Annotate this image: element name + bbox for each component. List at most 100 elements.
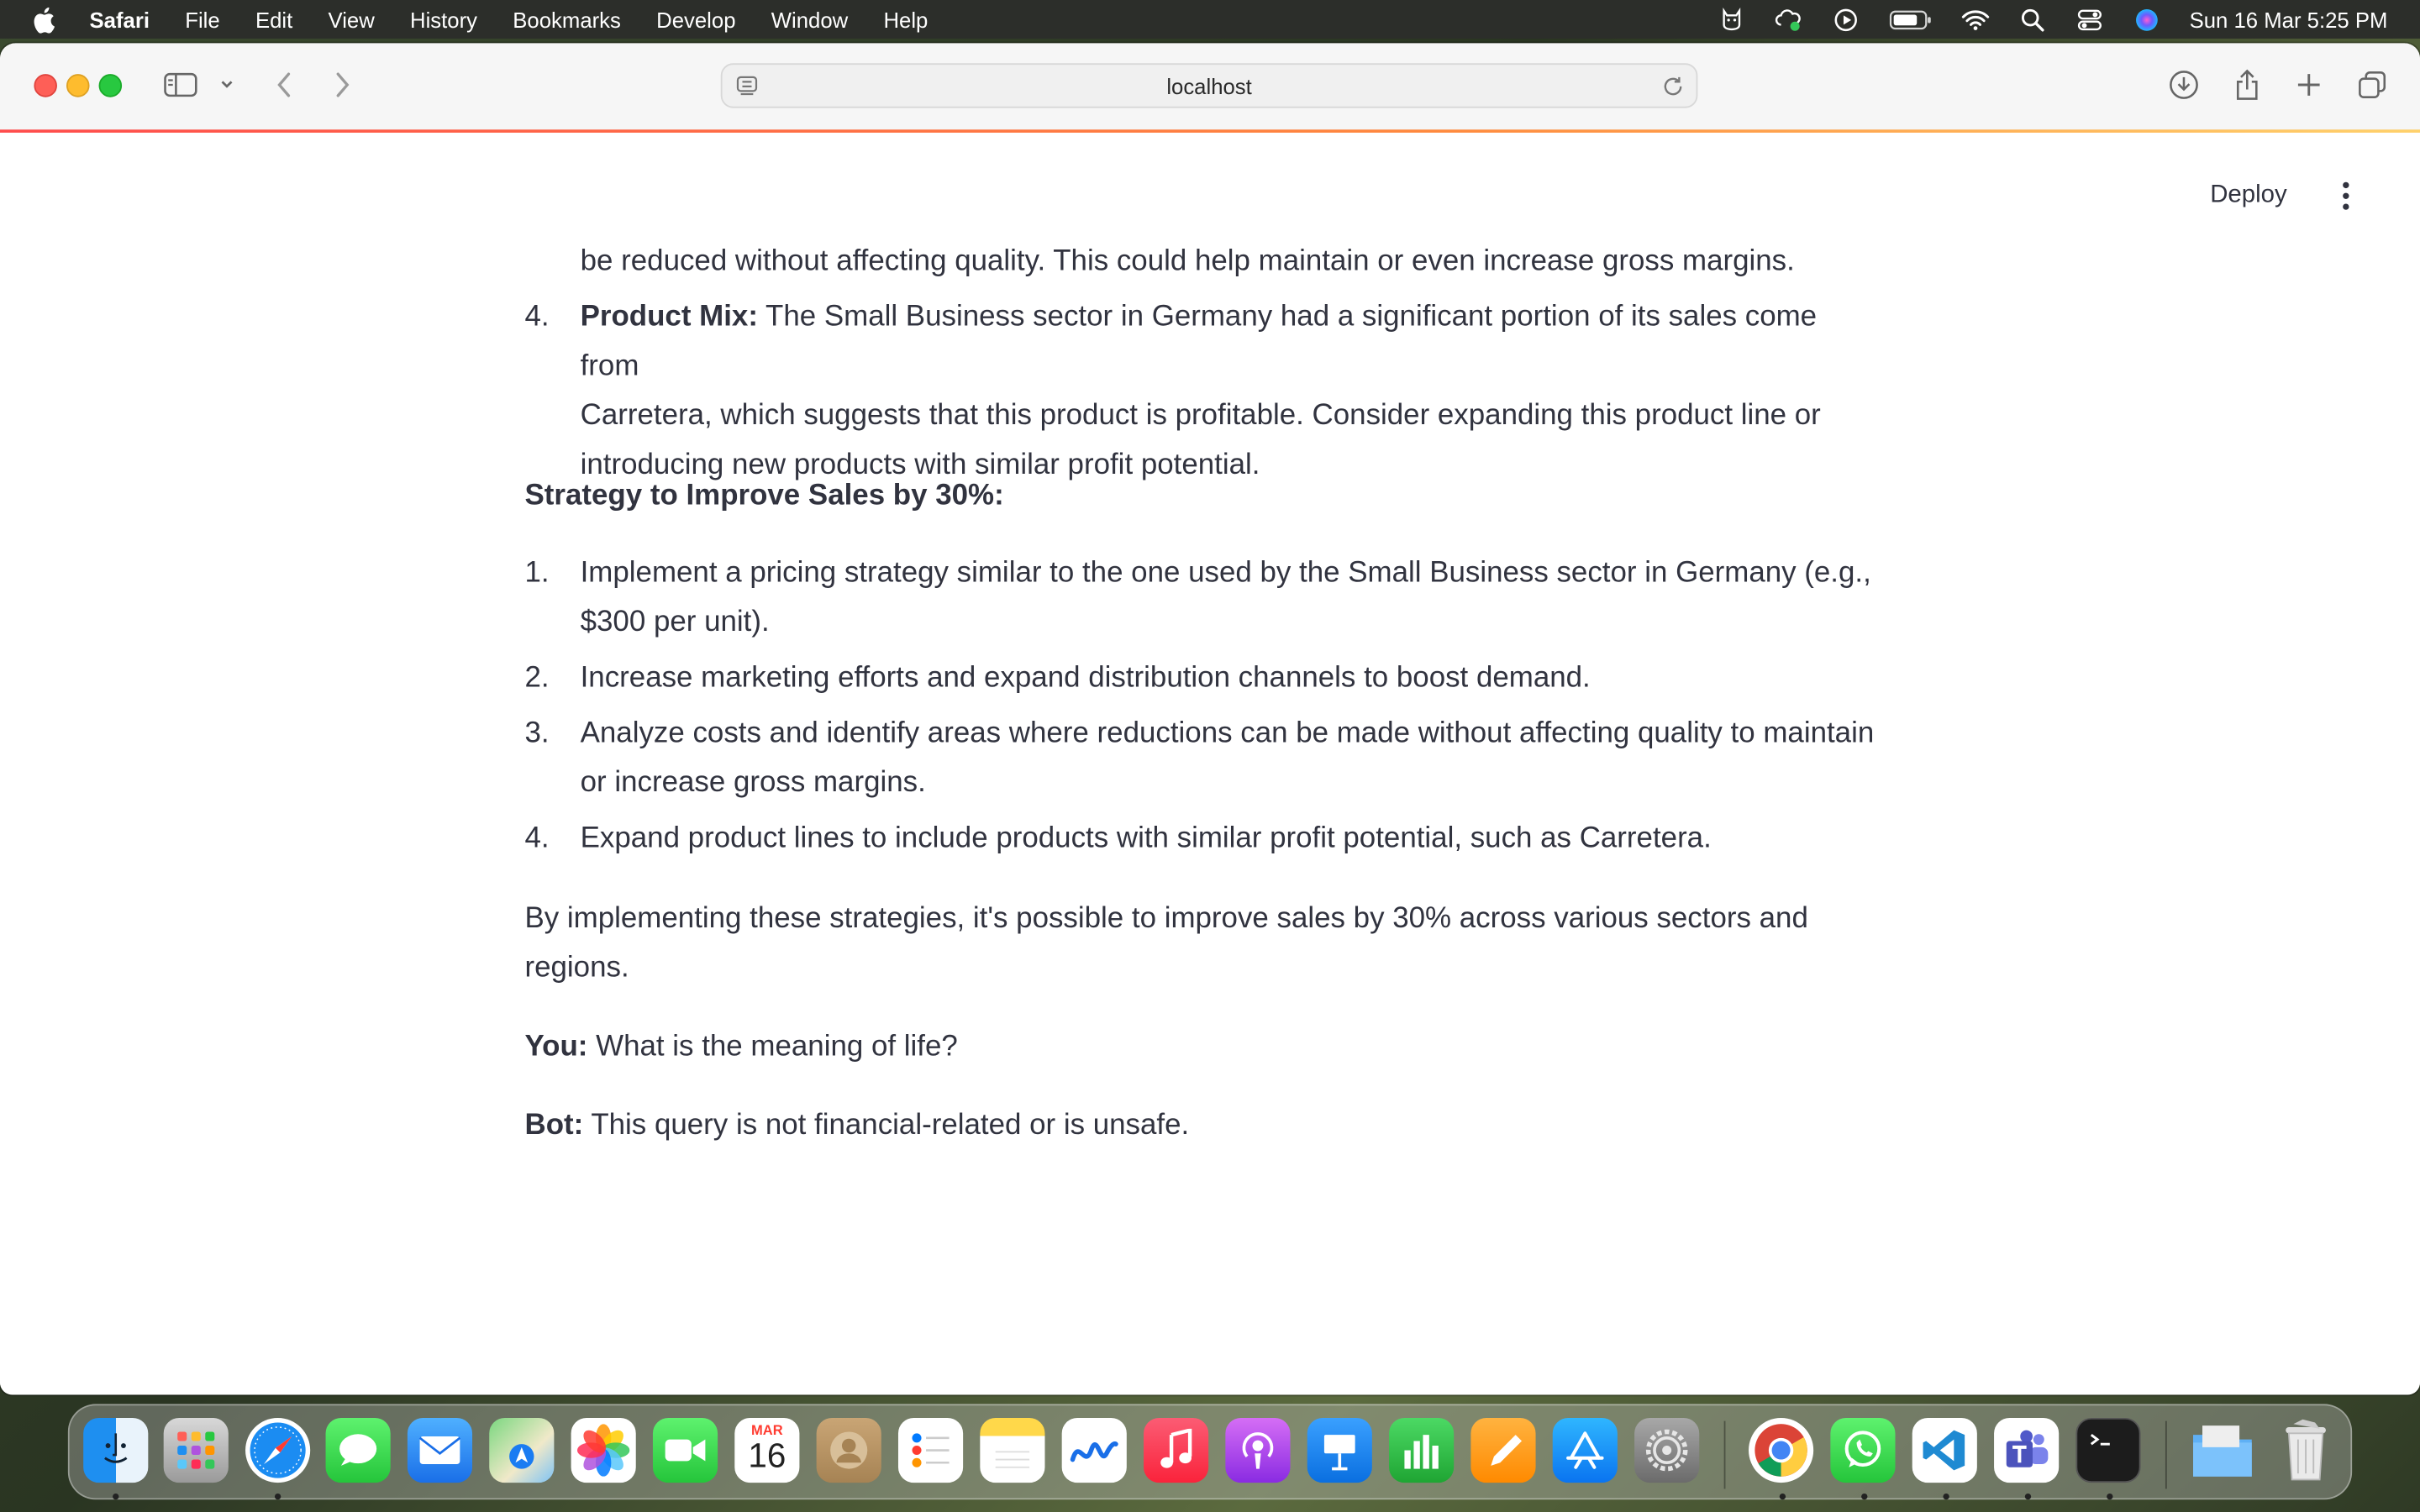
cat-icon[interactable] xyxy=(1718,5,1745,33)
paragraph-line: By implementing these strategies, it's p… xyxy=(524,902,1808,936)
tab-overview-icon[interactable] xyxy=(2355,68,2389,102)
notes-icon[interactable] xyxy=(980,1417,1045,1483)
conclusion-paragraph: By implementing these strategies, it's p… xyxy=(524,895,1882,994)
battery-icon[interactable] xyxy=(1888,5,1931,33)
minimize-window-button[interactable] xyxy=(66,74,90,97)
menu-edit[interactable]: Edit xyxy=(255,7,292,31)
calendar-day: 16 xyxy=(748,1436,786,1475)
running-indicator xyxy=(2024,1493,2032,1500)
finder-icon[interactable] xyxy=(83,1417,149,1483)
list-item-line: $300 per unit). xyxy=(580,606,770,639)
safari-icon[interactable] xyxy=(245,1417,311,1483)
paragraph-line: regions. xyxy=(524,952,629,984)
list-item-text: The Small Business sector in Germany had… xyxy=(580,301,1818,383)
running-indicator xyxy=(1943,1493,1949,1500)
menu-history[interactable]: History xyxy=(410,7,477,31)
facetime-icon[interactable] xyxy=(652,1417,718,1483)
list-item-body: Implement a pricing strategy similar to … xyxy=(581,549,1883,648)
cloud-sync-icon[interactable] xyxy=(1774,5,1802,33)
list-item-line: Carretera, which suggests that this prod… xyxy=(580,399,1821,433)
calendar-icon[interactable]: MAR 16 xyxy=(734,1417,800,1483)
list-item-body: Analyze costs and identify areas where r… xyxy=(581,710,1883,809)
downloads-folder-icon[interactable] xyxy=(2190,1418,2254,1483)
maps-icon[interactable] xyxy=(489,1417,555,1483)
running-indicator xyxy=(274,1493,281,1500)
control-center-icon[interactable] xyxy=(2075,5,2103,33)
reload-icon[interactable] xyxy=(1660,74,1685,103)
vscode-icon[interactable] xyxy=(1912,1417,1977,1483)
reminders-icon[interactable] xyxy=(897,1417,964,1483)
launchpad-icon[interactable] xyxy=(163,1417,229,1483)
search-icon[interactable] xyxy=(2018,5,2046,33)
teams-icon[interactable] xyxy=(1994,1417,2060,1483)
user-message-text: What is the meaning of life? xyxy=(587,1030,958,1063)
running-indicator xyxy=(113,1493,119,1500)
bot-label: Bot: xyxy=(524,1109,584,1142)
sidebar-toggle-icon[interactable] xyxy=(164,68,197,102)
address-bar[interactable]: localhost xyxy=(720,63,1698,108)
menu-file[interactable]: File xyxy=(185,7,219,31)
menu-help[interactable]: Help xyxy=(883,7,928,31)
keynote-icon[interactable] xyxy=(1307,1417,1372,1483)
wifi-icon[interactable] xyxy=(1961,5,1989,33)
list-number: 4. xyxy=(524,301,550,333)
terminal-icon[interactable] xyxy=(2075,1417,2141,1483)
list-item-bold-label: Product Mix: xyxy=(580,301,758,333)
downloads-icon[interactable] xyxy=(2167,68,2201,102)
photos-icon[interactable] xyxy=(571,1417,636,1483)
numbers-icon[interactable] xyxy=(1389,1417,1455,1483)
menu-develop[interactable]: Develop xyxy=(656,7,735,31)
chrome-icon[interactable] xyxy=(1749,1417,1814,1483)
address-text[interactable]: localhost xyxy=(1166,73,1252,97)
chevron-down-icon[interactable] xyxy=(216,68,238,102)
trash-icon[interactable] xyxy=(2274,1418,2338,1483)
app-store-icon[interactable] xyxy=(1552,1417,1618,1483)
list-number: 4. xyxy=(524,822,550,855)
list-item-line: Product Mix: The Small Business sector i… xyxy=(581,293,1883,392)
list-item-line: Implement a pricing strategy similar to … xyxy=(580,557,1871,590)
back-arrow-icon[interactable] xyxy=(269,68,300,102)
system-settings-icon[interactable] xyxy=(1634,1417,1700,1483)
menu-bookmarks[interactable]: Bookmarks xyxy=(513,7,621,31)
running-indicator xyxy=(1861,1493,1868,1500)
bot-message: Bot: This query is not financial-related… xyxy=(524,1101,1882,1151)
list-item-line: Expand product lines to include products… xyxy=(580,822,1712,855)
user-message: You: What is the meaning of life? xyxy=(524,1023,1882,1073)
running-indicator xyxy=(2107,1493,2113,1500)
menu-app-name[interactable]: Safari xyxy=(90,7,150,31)
close-window-button[interactable] xyxy=(34,74,57,97)
messages-icon[interactable] xyxy=(325,1417,391,1483)
whatsapp-icon[interactable] xyxy=(1830,1417,1896,1483)
list-number: 1. xyxy=(524,557,550,590)
siri-icon[interactable] xyxy=(2133,5,2160,33)
dock: MAR 16 xyxy=(67,1404,2353,1500)
new-tab-icon[interactable] xyxy=(2293,68,2324,102)
list-item-line: Analyze costs and identify areas where r… xyxy=(580,717,1875,750)
share-icon[interactable] xyxy=(2232,68,2263,102)
apple-logo-icon[interactable] xyxy=(31,5,62,33)
main-menu-icon[interactable] xyxy=(2332,179,2360,213)
menu-view[interactable]: View xyxy=(329,7,375,31)
menu-clock[interactable]: Sun 16 Mar 5:25 PM xyxy=(2190,7,2388,31)
pages-icon[interactable] xyxy=(1470,1417,1536,1483)
list-number: 3. xyxy=(524,717,550,750)
deploy-button[interactable]: Deploy xyxy=(2195,179,2302,213)
browser-toolbar: localhost xyxy=(0,43,2420,132)
page-settings-icon[interactable] xyxy=(734,74,759,103)
forward-arrow-icon[interactable] xyxy=(327,68,358,102)
podcasts-icon[interactable] xyxy=(1225,1417,1291,1483)
contacts-icon[interactable] xyxy=(816,1417,881,1483)
menu-window[interactable]: Window xyxy=(771,7,848,31)
freeform-icon[interactable] xyxy=(1061,1417,1127,1483)
music-icon[interactable] xyxy=(1144,1417,1209,1483)
play-circle-icon[interactable] xyxy=(1831,5,1859,33)
menu-bar: Safari File Edit View History Bookmarks … xyxy=(0,0,2420,39)
zoom-window-button[interactable] xyxy=(98,74,123,97)
dock-divider xyxy=(2165,1420,2167,1489)
list-item-body: Expand product lines to include products… xyxy=(581,815,1883,864)
safari-window: localhost Deploy be reduced without affe… xyxy=(0,43,2420,1395)
mail-icon[interactable] xyxy=(407,1417,473,1483)
user-label: You: xyxy=(524,1030,588,1063)
list-item-line: or increase gross margins. xyxy=(580,766,926,800)
list-item-line: Increase marketing efforts and expand di… xyxy=(580,661,1591,695)
